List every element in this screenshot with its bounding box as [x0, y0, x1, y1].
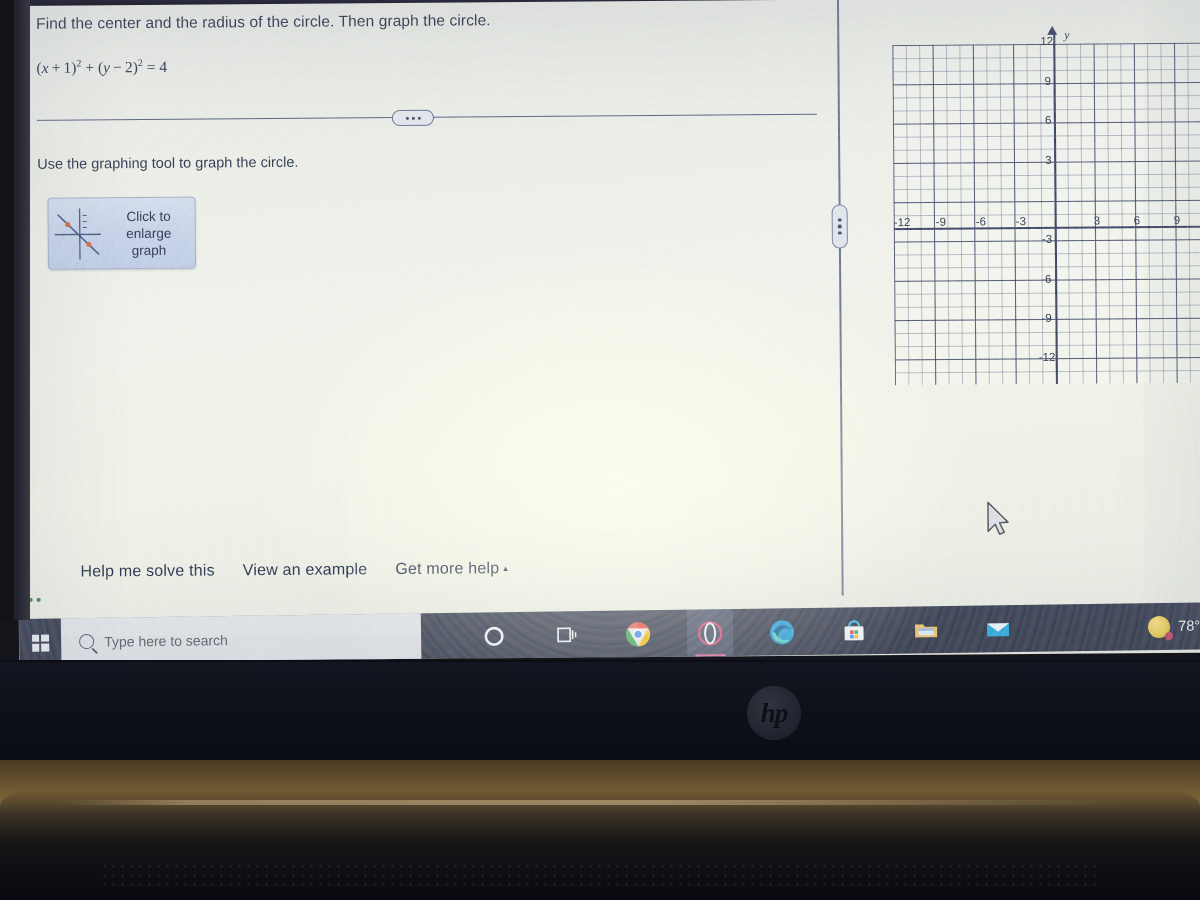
search-placeholder: Type here to search: [104, 631, 228, 650]
y-tick--6: -6: [1041, 273, 1052, 286]
edge-icon: [769, 619, 795, 645]
x-tick--6: -6: [975, 216, 987, 229]
loading-dot: [36, 597, 41, 602]
y-axis-label: y: [1064, 27, 1070, 42]
search-icon: [79, 633, 95, 650]
coordinate-grid[interactable]: y 12 9 6 3 -3 -6 -9 -12 -12 -9 -6 -3 3 6…: [892, 25, 1200, 386]
graphing-tool-panel[interactable]: y 12 9 6 3 -3 -6 -9 -12 -12 -9 -6 -3 3 6…: [886, 25, 1200, 392]
instruction-text: Use the graphing tool to graph the circl…: [37, 154, 299, 173]
sun-icon: [1148, 615, 1171, 638]
more-options-button[interactable]: [391, 109, 434, 127]
taskbar-pinned-items: [471, 605, 1022, 660]
y-axis-arrow-icon: [1047, 25, 1058, 35]
view-an-example-link[interactable]: View an example: [243, 561, 368, 580]
click-to-enlarge-graph-button[interactable]: Click to enlarge graph: [47, 196, 197, 270]
y-tick--9: -9: [1041, 312, 1052, 325]
help-me-solve-this-link[interactable]: Help me solve this: [80, 562, 214, 581]
grid-major-lines: [892, 42, 1200, 386]
search-input[interactable]: Type here to search: [60, 613, 422, 662]
caret-up-icon: ▴: [503, 563, 509, 574]
ellipsis-dot: [405, 116, 409, 120]
x-tick--3: -3: [1015, 216, 1027, 229]
panel-splitter-handle[interactable]: [831, 204, 848, 249]
get-more-help-link[interactable]: Get more help ▴: [395, 560, 508, 579]
splitter-dot: [838, 231, 842, 235]
panel-splitter: [836, 0, 844, 596]
mail-icon: [985, 616, 1011, 642]
deck-edge-highlight: [60, 800, 1140, 805]
chrome-icon: [625, 621, 651, 647]
weather-temperature: 78°F: [1178, 617, 1200, 635]
hp-logo: hp: [747, 686, 801, 740]
enlarge-button-label: Click to enlarge graph: [107, 207, 195, 259]
page-title: Find the center and the radius of the ci…: [36, 12, 491, 33]
y-tick-9: 9: [1044, 75, 1052, 88]
laptop-screen: Find the center and the radius of the ci…: [14, 0, 1200, 662]
start-pane: [31, 634, 40, 642]
x-tick-6: 6: [1133, 215, 1141, 228]
mouse-cursor-icon: [986, 500, 1012, 540]
start-pane: [41, 643, 49, 652]
windows-start-icon[interactable]: [25, 627, 55, 657]
x-tick-9: 9: [1173, 214, 1181, 227]
taskbar-item-file-explorer[interactable]: [903, 606, 950, 654]
ellipsis-dot: [411, 116, 415, 120]
x-tick-3: 3: [1093, 215, 1101, 228]
y-tick--12: -12: [1038, 351, 1056, 364]
microsoft-store-icon: [841, 618, 867, 644]
taskbar-item-cortana[interactable]: [471, 612, 518, 660]
file-explorer-icon: [913, 617, 939, 643]
task-view-icon: [553, 622, 579, 648]
enlarge-label-line2: enlarge: [126, 225, 172, 241]
laptop-photo: Find the center and the radius of the ci…: [0, 0, 1200, 900]
screen-bezel-left-dark: [0, 0, 14, 620]
splitter-dot: [837, 218, 842, 222]
enlarge-label-line1: Click to: [126, 208, 171, 224]
taskbar-item-opera[interactable]: [686, 609, 734, 657]
opera-icon: [697, 620, 723, 646]
hp-logo-text: hp: [760, 697, 789, 728]
taskbar-item-microsoft-store[interactable]: [831, 607, 878, 655]
y-tick-6: 6: [1044, 114, 1052, 127]
taskbar-item-edge[interactable]: [759, 608, 806, 656]
laptop-bottom-bezel: [0, 662, 1200, 762]
taskbar-item-chrome[interactable]: [615, 610, 662, 658]
help-links-row: Help me solve this View an example Get m…: [80, 560, 508, 581]
taskbar-item-task-view[interactable]: [543, 611, 590, 659]
y-tick-3: 3: [1045, 154, 1052, 167]
y-axis-stem: [1053, 33, 1055, 46]
get-more-help-label: Get more help: [395, 560, 500, 579]
ellipsis-dot: [417, 116, 421, 120]
start-pane: [31, 643, 40, 652]
y-tick--3: -3: [1041, 233, 1053, 246]
x-tick--9: -9: [935, 216, 947, 229]
equation: (x + 1)2 + (y − 2)2 = 4: [36, 57, 168, 77]
start-pane: [41, 634, 49, 642]
cortana-icon: [481, 623, 507, 649]
weather-widget[interactable]: 78°F: [1148, 602, 1200, 650]
splitter-dot: [837, 224, 842, 229]
y-tick-12: 12: [1040, 35, 1054, 48]
speaker-grille: [100, 862, 1100, 888]
browser-page: Find the center and the radius of the ci…: [14, 0, 1200, 662]
enlarge-label-line3: graph: [131, 242, 167, 258]
x-tick--12: -12: [893, 216, 911, 230]
taskbar-item-mail[interactable]: [975, 605, 1022, 653]
graph-axes-icon: [49, 203, 107, 263]
